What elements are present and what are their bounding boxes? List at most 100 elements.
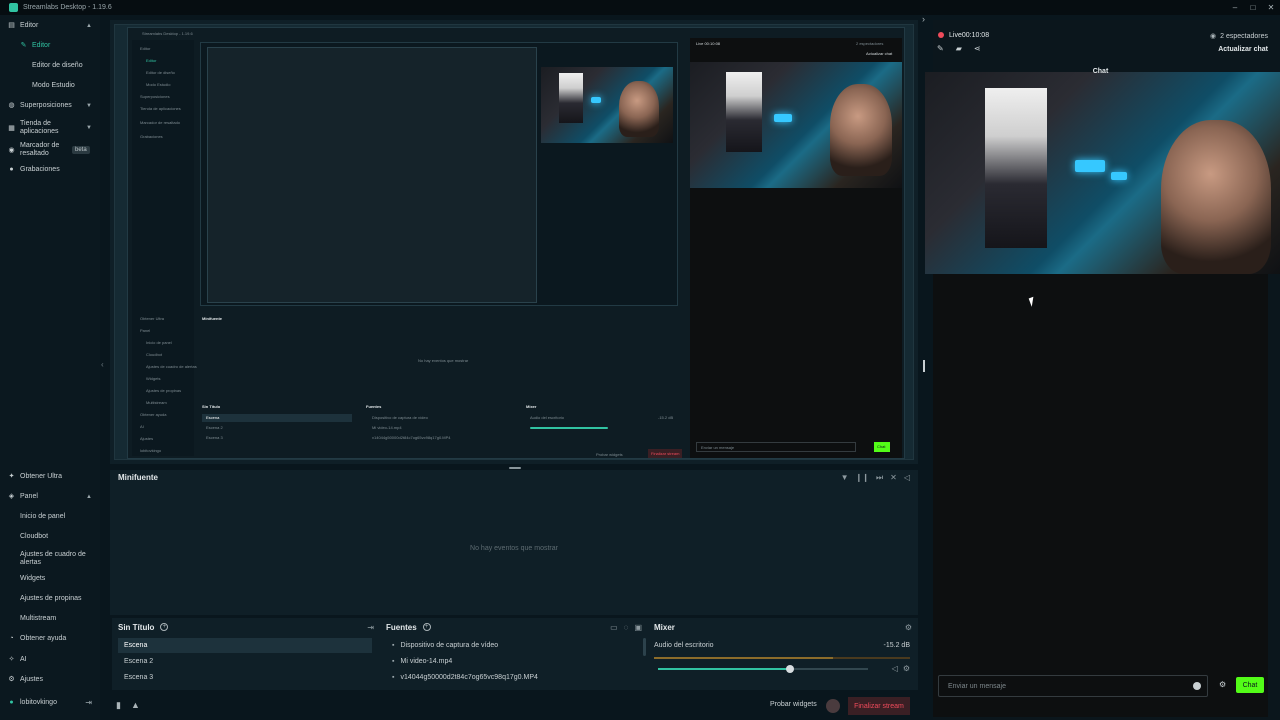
- nested-sidebar-label: Inicio de panel: [146, 340, 172, 345]
- window-controls: – □ ✕: [1226, 0, 1280, 15]
- nested-scene-selected: [202, 414, 352, 422]
- sidebar-item-label: Modo Estudio: [32, 82, 75, 89]
- sidebar-item-ultra[interactable]: ✦ Obtener Ultra: [0, 473, 100, 480]
- share-icon[interactable]: ⋖: [974, 44, 981, 53]
- chevron-down-icon[interactable]: ▼: [86, 103, 92, 109]
- chat-input[interactable]: Enviar un mensaje: [938, 675, 1208, 697]
- close-icon[interactable]: ✕: [1262, 0, 1280, 15]
- sidebar-item-dashboard-home[interactable]: Inicio de panel: [0, 513, 100, 520]
- sources-scrollbar[interactable]: [643, 638, 646, 656]
- nested-source-item: v14044g50000d2t84c7og65vc98q17g0.MP4: [372, 435, 451, 440]
- sidebar-item-cloudbot[interactable]: Cloudbot: [0, 533, 100, 540]
- visibility-icon[interactable]: ◌: [624, 623, 629, 632]
- sources-title: Fuentes: [386, 622, 417, 632]
- skip-icon[interactable]: ⏭: [876, 473, 883, 483]
- sidebar-item-account[interactable]: ● lobitovkingo ⇥: [0, 698, 100, 707]
- source-item[interactable]: ▪ Mi video-14.mp4: [386, 654, 640, 669]
- logout-icon[interactable]: ⇥: [85, 698, 92, 707]
- scene-item[interactable]: Escena 2: [118, 654, 372, 669]
- test-widgets-button[interactable]: Probar widgets: [770, 701, 817, 708]
- nested-empty-message: No hay eventos que mostrar: [418, 358, 469, 363]
- sidebar-item-label: Tienda de aplicaciones: [20, 120, 59, 135]
- popout-icon[interactable]: ▰: [956, 44, 962, 53]
- dashboard-icon: ◈: [8, 493, 15, 500]
- sidebar-item-ai[interactable]: ✧ AI: [0, 656, 100, 663]
- editor-preview[interactable]: Streamlabs Desktop - 1.19.6 Editor Edito…: [110, 20, 918, 464]
- scene-item[interactable]: Escena: [118, 638, 372, 653]
- gear-icon[interactable]: ⚙: [903, 664, 910, 673]
- nested-app-capture: Streamlabs Desktop - 1.19.6 Editor Edito…: [127, 27, 905, 459]
- alert-icon[interactable]: ▲: [131, 700, 140, 711]
- speaker-icon[interactable]: ◁: [892, 664, 898, 673]
- resize-handle[interactable]: [509, 467, 521, 469]
- chat-send-button[interactable]: Chat: [1236, 677, 1264, 693]
- source-item[interactable]: ▪ Dispositivo de captura de vídeo: [386, 638, 640, 653]
- chevron-right-icon[interactable]: ›: [922, 14, 925, 24]
- sidebar-item-label: Inicio de panel: [20, 513, 66, 520]
- nested-live-label: Live 00:10:08: [696, 41, 721, 46]
- nested-sidebar-label: Multistream: [146, 400, 167, 405]
- chevron-up-icon[interactable]: ▲: [86, 23, 92, 29]
- sidebar-item-multistream[interactable]: Multistream: [0, 615, 100, 622]
- media-icon: ▪: [392, 674, 395, 681]
- source-item[interactable]: ▪ v14044g50000d2t84c7og65vc98q17g0.MP4: [386, 670, 640, 685]
- add-source-icon[interactable]: +: [422, 623, 431, 631]
- scene-item[interactable]: Escena 3: [118, 670, 372, 685]
- sidebar-item-help[interactable]: ◔ Obtener ayuda: [0, 635, 100, 642]
- filter-icon[interactable]: ▼: [841, 473, 849, 483]
- ai-icon: ✧: [8, 656, 15, 663]
- emoji-icon[interactable]: [1193, 682, 1201, 690]
- stream-preview-canvas[interactable]: Streamlabs Desktop - 1.19.6 Editor Edito…: [114, 24, 914, 460]
- sidebar-item-tips-settings[interactable]: Ajustes de propinas: [0, 595, 100, 602]
- pause-icon[interactable]: ❙❙: [856, 473, 869, 483]
- nested-chat-input: Enviar un mensaje: [696, 442, 856, 452]
- refresh-chat-button[interactable]: Actualizar chat: [1218, 46, 1268, 53]
- pencil-icon[interactable]: ✎: [937, 44, 944, 53]
- minifuente-title: Minifuente: [118, 473, 158, 482]
- mute-icon[interactable]: ✕: [890, 473, 897, 483]
- chevron-down-icon[interactable]: ▼: [86, 125, 92, 131]
- folder-icon[interactable]: ▣: [634, 623, 642, 632]
- sidebar-item-layout-editor[interactable]: Editor de diseño: [0, 62, 100, 69]
- end-stream-button[interactable]: Finalizar stream: [848, 697, 910, 715]
- chat-settings-icon[interactable]: ⚙: [1219, 680, 1226, 689]
- sidebar-item-settings[interactable]: ⚙ Ajustes: [0, 676, 100, 683]
- volume-slider-knob[interactable]: [786, 665, 795, 673]
- sidebar-item-highlighter[interactable]: ◉ Marcador de resaltado beta: [0, 141, 100, 159]
- add-scene-icon[interactable]: +: [160, 623, 169, 631]
- sidebar-item-panel[interactable]: ◈ Panel ▲: [0, 493, 100, 500]
- scene-collapse-icon[interactable]: ⇥: [367, 623, 374, 632]
- sidebar-item-label: Superposiciones: [20, 102, 72, 109]
- sidebar-item-widgets[interactable]: Widgets: [0, 575, 100, 582]
- sidebar-item-editor-group[interactable]: ▤ Editor ▲: [0, 22, 100, 29]
- sidebar-item-editor[interactable]: ✎ Editor: [0, 42, 100, 49]
- pane-splitter[interactable]: [923, 360, 925, 372]
- chevron-left-icon[interactable]: ‹: [101, 360, 104, 369]
- performance-icon[interactable]: ▮: [116, 700, 121, 711]
- nested-source-item: Mi video-14.mp4: [372, 425, 402, 430]
- volume-icon[interactable]: ◁: [904, 473, 910, 483]
- sidebar-item-recordings[interactable]: ● Grabaciones: [0, 166, 100, 173]
- sidebar-item-app-store[interactable]: ▦ Tienda de aplicaciones ▼: [0, 119, 100, 137]
- sidebar-item-overlays[interactable]: ◍ Superposiciones ▼: [0, 102, 100, 109]
- group-icon[interactable]: ▭: [610, 623, 618, 632]
- minimize-icon[interactable]: –: [1226, 0, 1244, 15]
- sidebar-item-label: Obtener Ultra: [20, 473, 63, 480]
- nested-mixer-source: Audio del escritorio: [530, 415, 565, 420]
- mixer-source-label: Audio del escritorio: [654, 642, 714, 649]
- sidebar-item-studio-mode[interactable]: Modo Estudio: [0, 82, 100, 89]
- title-bar: Streamlabs Desktop - 1.19.6 – □ ✕: [0, 0, 1280, 15]
- record-button[interactable]: [826, 699, 840, 713]
- nested-sidebar-label: Obtener Ultra: [140, 316, 165, 321]
- chevron-up-icon[interactable]: ▲: [86, 494, 92, 500]
- nested-sidebar-label: Grabaciones: [140, 134, 163, 139]
- chat-toolbar: ✎ ▰ ⋖: [937, 44, 981, 53]
- mixer-header: Mixer ⚙: [654, 621, 912, 633]
- maximize-icon[interactable]: □: [1244, 0, 1262, 15]
- live-chat-pane: Live00:10:08 ◉ 2 espectadores ✎ ▰ ⋖ Actua…: [925, 20, 1280, 720]
- sidebar-item-alertbox-settings[interactable]: Ajustes de cuadro de alertas: [0, 550, 100, 568]
- highlight-icon: ◉: [8, 146, 15, 154]
- nested-sidebar-label: AI: [140, 424, 144, 429]
- volume-slider[interactable]: [658, 665, 868, 673]
- mixer-settings-icon[interactable]: ⚙: [905, 623, 912, 632]
